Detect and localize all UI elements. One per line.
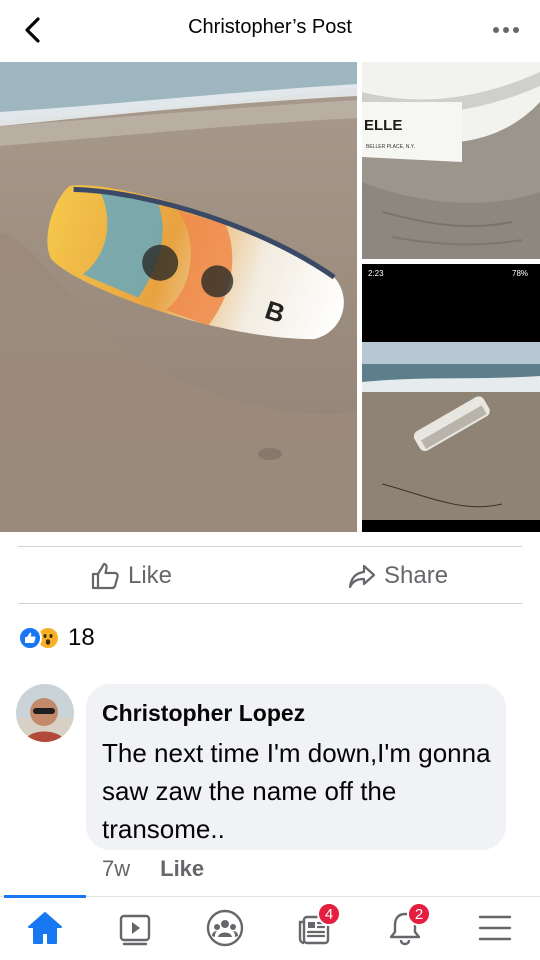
nav-notifications[interactable]: 2 — [381, 902, 431, 950]
photo-grid: B ELLE BELLER PLACE, N.Y. 2:23 78% — [0, 62, 540, 532]
like-reaction-icon — [18, 626, 42, 650]
more-options-button[interactable] — [490, 18, 522, 42]
reaction-count: 18 — [68, 624, 95, 651]
photo-surfboard[interactable]: B — [0, 62, 357, 532]
statusbar-time: 2:23 — [368, 269, 384, 278]
more-horizontal-icon — [493, 27, 519, 33]
video-icon — [119, 914, 151, 946]
bottom-nav: 4 2 — [0, 898, 540, 960]
avatar[interactable] — [16, 684, 74, 742]
divider — [18, 546, 522, 547]
comment-time: 7w — [102, 856, 131, 881]
boat-place-text: BELLER PLACE, N.Y. — [366, 144, 415, 150]
photo-beached-boat[interactable]: 2:23 78% — [362, 264, 540, 532]
share-label: Share — [384, 562, 449, 589]
like-button[interactable]: Like — [90, 556, 172, 596]
comment-text: The next time I'm down,I'm gonna saw zaw… — [102, 738, 491, 844]
thumbs-up-icon — [91, 562, 119, 590]
notifications-badge: 2 — [407, 902, 431, 926]
news-badge: 4 — [317, 902, 341, 926]
photo-boat-transom[interactable]: ELLE BELLER PLACE, N.Y. — [362, 62, 540, 259]
reactions-summary[interactable]: 18 — [18, 622, 95, 654]
menu-icon — [478, 915, 512, 941]
boat-name-text: ELLE — [364, 117, 402, 134]
nav-home[interactable] — [21, 906, 69, 950]
home-icon — [28, 912, 62, 944]
page-title: Christopher’s Post — [188, 16, 352, 38]
like-label: Like — [128, 562, 173, 589]
statusbar-battery: 78% — [512, 269, 528, 278]
comment-bubble[interactable]: Christopher Lopez The next time I'm down… — [86, 684, 506, 850]
comment-like-button[interactable]: Like — [160, 856, 204, 882]
comment-author[interactable]: Christopher Lopez — [102, 700, 305, 727]
share-button[interactable]: Share — [348, 556, 448, 596]
divider — [18, 603, 522, 604]
post-header: Christopher’s Post — [0, 0, 540, 60]
share-arrow-icon — [348, 564, 376, 589]
nav-groups[interactable] — [201, 906, 249, 950]
comment-meta: 7w Like — [102, 856, 204, 882]
nav-menu[interactable] — [471, 906, 519, 950]
nav-news[interactable]: 4 — [291, 902, 341, 950]
groups-icon — [206, 909, 244, 947]
nav-video[interactable] — [111, 906, 159, 950]
